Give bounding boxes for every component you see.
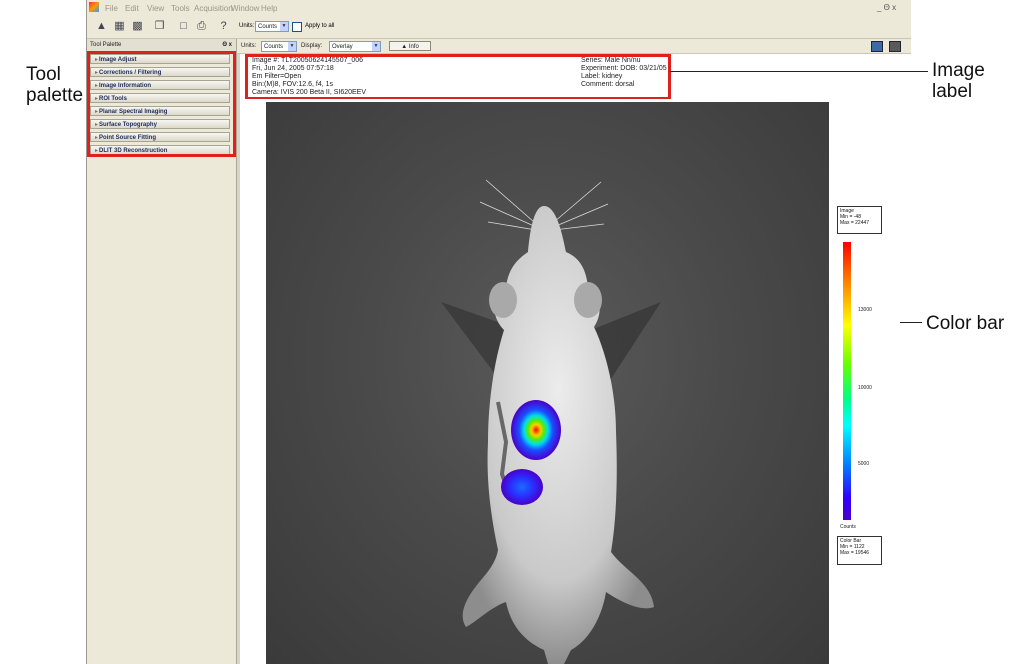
units-select[interactable]: Counts ▼ [255,21,289,32]
image-range-max: Max = 22447 [840,220,870,226]
callout-color-bar: Color bar [926,313,1026,334]
image-range-box: Image Min = -48 Max = 22447 [837,206,882,234]
menu-window[interactable]: Window [231,4,259,13]
info-button[interactable]: ▲ Info [389,41,431,51]
image-label-highlight [245,54,671,100]
units-label: Units: [239,23,255,29]
color-bar-tick-5000: 5000 [858,461,870,467]
toolbar: ▲ ▦ ▩ ❐ □ ⎙ ? Units: Counts ▼ Apply to a… [87,16,911,39]
mouse-ear-right [574,282,602,318]
callout-tool-palette: Tool palette [26,64,84,106]
image-viewer: Image Min = -48 Max = 22447 13000 10000 … [240,99,911,664]
menu-tools[interactable]: Tools [171,4,190,13]
color-bar [843,242,851,520]
save-icon[interactable]: ▩ [131,20,144,33]
chevron-down-icon: ▼ [288,42,296,51]
color-bar-range-max: Max = 19546 [840,550,870,556]
tool-palette-title-text: Tool Palette [90,42,122,48]
mouse-silhouette [441,179,661,664]
mouse-image [266,102,829,664]
app-logo-icon [89,2,99,12]
menu-view[interactable]: View [147,4,164,13]
browse-icon[interactable]: ▦ [113,20,126,33]
callout-image-label-text: Image label [932,60,985,102]
color-bar-units: Counts [840,524,856,530]
window-controls[interactable]: _ Θ x [877,3,896,12]
view-units-value: Counts [264,44,284,50]
menu-bar: File Edit View Tools Acquisition Window … [87,0,911,16]
tool-palette: Tool Palette Θ x ▸Image Adjust ▸Correcti… [87,39,237,664]
color-bar-leader [900,322,922,323]
help-icon[interactable]: ? [217,20,230,33]
color-bar-tick-10000: 10000 [858,385,872,391]
menu-file[interactable]: File [105,4,118,13]
open-folder-icon[interactable]: ▲ [95,20,108,33]
color-bar-tick-13000: 13000 [858,307,872,313]
menu-edit[interactable]: Edit [125,4,139,13]
units-select-value: Counts [258,24,278,30]
print-icon[interactable]: ⎙ [195,20,208,33]
copy-icon[interactable]: ❐ [153,20,166,33]
signal-hotspot-upper [511,400,561,460]
app-window: File Edit View Tools Acquisition Window … [86,0,911,664]
mouse-ear-left [489,282,517,318]
menu-acquisition[interactable]: Acquisition [194,4,233,13]
tool-palette-highlight [87,51,236,157]
apply-all-checkbox[interactable] [292,22,302,32]
export-icon[interactable] [889,41,901,52]
callout-color-bar-text: Color bar [926,313,1005,334]
apply-all-label: Apply to all [305,23,335,29]
signal-hotspot-lower [501,469,543,505]
display-select[interactable]: Overlay ▼ [329,41,381,52]
callout-image-label: Image label [932,60,1012,102]
callout-tool-palette-text: Tool palette [26,64,84,106]
color-bar-range-box: Color Bar Min = 1122 Max = 19546 [837,536,882,565]
view-units-select[interactable]: Counts ▼ [261,41,297,52]
save-image-icon[interactable] [871,41,883,52]
chevron-down-icon: ▼ [280,22,288,31]
image-label-leader [670,71,928,72]
view-units-label: Units: [241,43,257,49]
display-label: Display: [301,43,323,49]
view-bar: Units: Counts ▼ Display: Overlay ▼ ▲ Inf… [237,39,911,54]
display-select-value: Overlay [332,44,353,50]
chevron-down-icon: ▼ [372,42,380,51]
menu-help[interactable]: Help [261,4,277,13]
print-preview-icon[interactable]: □ [177,20,190,33]
